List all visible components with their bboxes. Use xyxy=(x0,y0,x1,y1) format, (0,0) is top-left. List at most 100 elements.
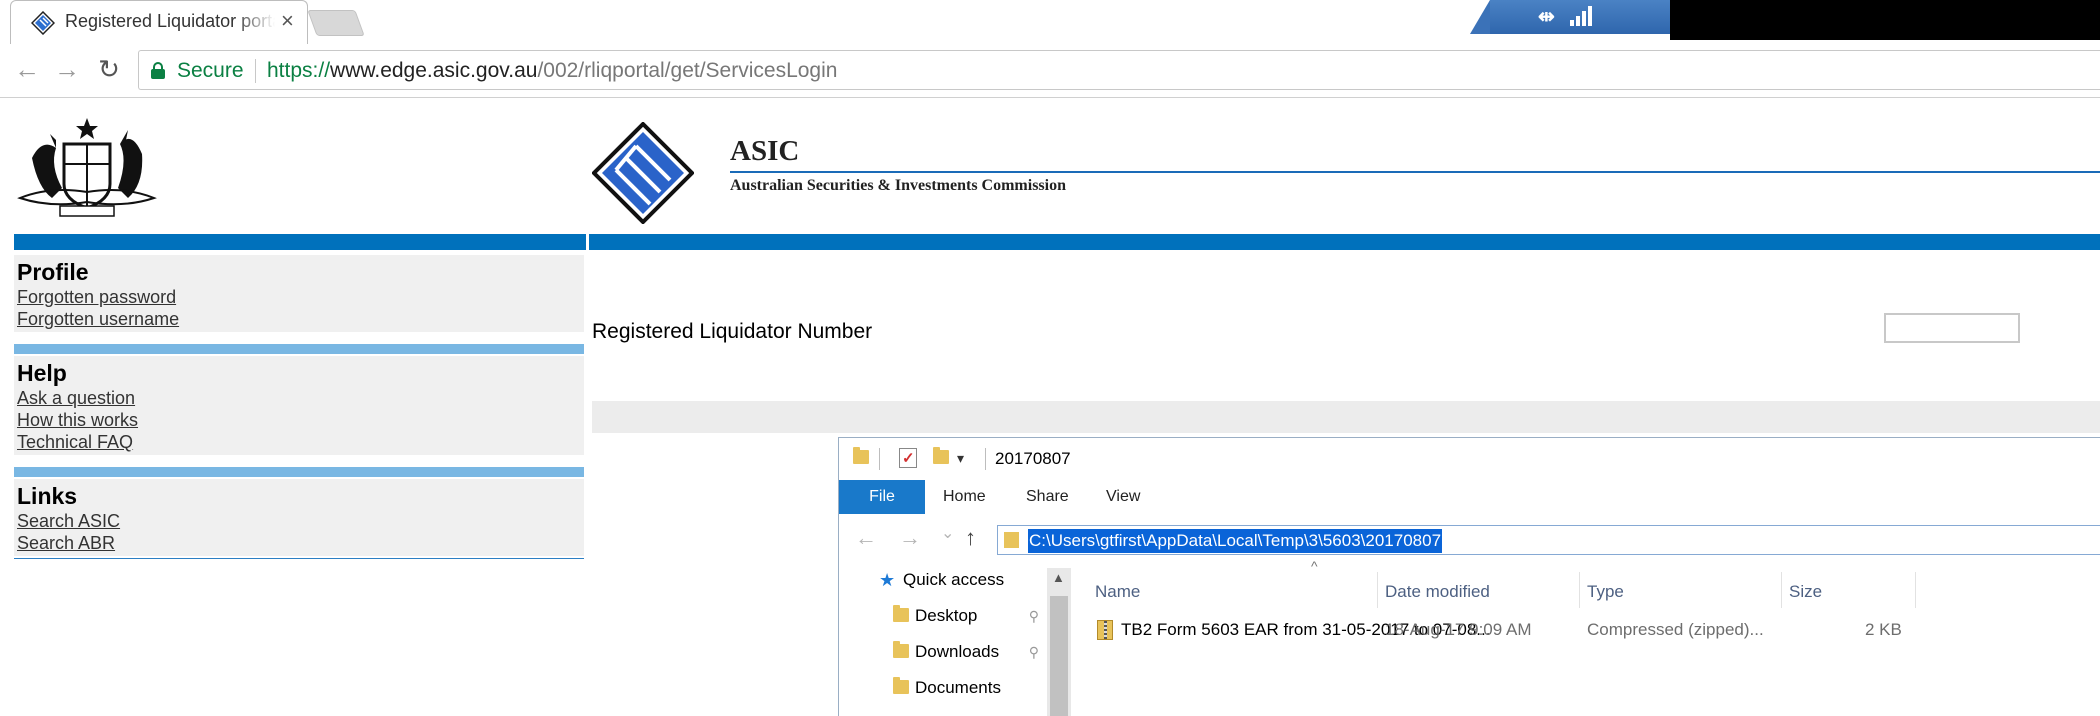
new-tab-button[interactable] xyxy=(307,10,365,36)
pin-icon[interactable]: ⚲ xyxy=(1029,608,1039,625)
customize-toolbar-chevron-icon[interactable]: ▾ xyxy=(957,450,964,467)
explorer-up-icon[interactable]: ↑ xyxy=(965,526,976,550)
column-header-date-modified[interactable]: Date modified xyxy=(1385,582,1490,602)
sidebar-heading-help: Help xyxy=(17,360,67,386)
browser-tab-active[interactable]: Registered Liquidator portal × xyxy=(10,0,308,44)
forward-arrow-icon[interactable]: → xyxy=(52,54,82,84)
redacted-area xyxy=(1670,0,2100,40)
quick-access-separator xyxy=(985,448,986,470)
ribbon-tab-share[interactable]: Share xyxy=(1026,480,1069,514)
reload-icon[interactable]: ↻ xyxy=(94,54,124,84)
nav-item-quick-access[interactable]: Quick access xyxy=(903,570,1004,590)
explorer-title: 20170807 xyxy=(995,449,1071,468)
lock-icon xyxy=(151,62,165,79)
scrollbar-thumb[interactable] xyxy=(1050,596,1068,716)
network-icon: ⇹ xyxy=(1538,6,1555,28)
column-separator[interactable] xyxy=(1915,572,1916,608)
registered-liquidator-number-input[interactable] xyxy=(1884,313,2020,343)
explorer-path-input[interactable]: C:\Users\gtfirst\AppData\Local\Temp\3\56… xyxy=(997,525,2100,555)
zip-file-icon xyxy=(1097,620,1113,640)
ribbon-tab-view[interactable]: View xyxy=(1106,480,1140,514)
pin-icon[interactable]: ⚲ xyxy=(1029,644,1039,661)
sidebar-heading-profile: Profile xyxy=(17,259,89,285)
nav-pane-scrollbar[interactable]: ▲ xyxy=(1047,568,1071,716)
registered-liquidator-number-label: Registered Liquidator Number xyxy=(592,320,873,343)
forgotten-password-link[interactable]: Forgotten password xyxy=(17,286,581,308)
content-header-bar xyxy=(589,234,2100,250)
nav-item-desktop[interactable]: Desktop xyxy=(915,606,977,626)
technical-faq-link[interactable]: Technical FAQ xyxy=(17,431,581,453)
downloads-folder-icon xyxy=(893,641,909,658)
network-status-widget: ⇹ xyxy=(1470,0,1670,34)
path-folder-icon xyxy=(1004,532,1019,548)
signal-bars-icon xyxy=(1570,6,1592,26)
url-path: /002/rliqportal/get/ServicesLogin xyxy=(537,59,838,82)
search-asic-link[interactable]: Search ASIC xyxy=(17,510,581,532)
tab-title: Registered Liquidator portal xyxy=(65,11,275,32)
web-page: ASIC Australian Securities & Investments… xyxy=(0,99,2100,716)
how-this-works-link[interactable]: How this works xyxy=(17,409,581,431)
sort-ascending-icon: ^ xyxy=(1311,558,1318,574)
asic-subtitle: Australian Securities & Investments Comm… xyxy=(730,177,1066,194)
sidebar-section-help: Help Ask a question How this works Techn… xyxy=(14,356,584,455)
url-host: www.edge.asic.gov.au xyxy=(330,59,538,82)
column-header-name[interactable]: Name xyxy=(1095,582,1140,602)
explorer-address-bar: ← → ⌄ ↑ C:\Users\gtfirst\AppData\Local\T… xyxy=(839,514,2100,564)
file-explorer-window: ✓ ▾ 20170807 File Home Share View ← → ⌄ … xyxy=(838,437,2100,716)
sidebar-header-bar xyxy=(14,234,586,250)
ribbon-tab-home[interactable]: Home xyxy=(943,480,986,514)
sidebar-heading-links: Links xyxy=(17,483,78,509)
explorer-ribbon: File Home Share View xyxy=(839,480,2100,514)
file-type: Compressed (zipped)... xyxy=(1587,620,1764,639)
nav-item-documents[interactable]: Documents xyxy=(915,678,1001,698)
nav-item-downloads[interactable]: Downloads xyxy=(915,642,999,662)
secure-label: Secure xyxy=(177,59,244,82)
column-header-type[interactable]: Type xyxy=(1587,582,1624,602)
ask-a-question-link[interactable]: Ask a question xyxy=(17,387,581,409)
recent-locations-chevron-icon[interactable]: ⌄ xyxy=(941,522,954,546)
back-arrow-icon[interactable]: ← xyxy=(12,54,42,84)
properties-icon[interactable]: ✓ xyxy=(899,448,917,468)
explorer-path-text[interactable]: C:\Users\gtfirst\AppData\Local\Temp\3\56… xyxy=(1028,529,1443,553)
tab-close-icon[interactable]: × xyxy=(281,9,294,33)
browser-toolbar: ← → ↻ Secure https://www.edge.asic.gov.a… xyxy=(0,44,2100,98)
form-footer-band xyxy=(592,401,2100,433)
forgotten-username-link[interactable]: Forgotten username xyxy=(17,308,581,330)
sidebar-divider xyxy=(14,344,584,354)
quick-access-star-icon: ★ xyxy=(879,570,896,590)
sidebar: Profile Forgotten password Forgotten use… xyxy=(14,255,584,559)
sidebar-section-links: Links Search ASIC Search ABR xyxy=(14,479,584,556)
column-separator[interactable] xyxy=(1781,572,1782,608)
asic-favicon-icon xyxy=(31,11,55,35)
explorer-navigation-pane: ★ Quick access Desktop ⚲ Downloads ⚲ Doc… xyxy=(839,568,1073,716)
column-separator[interactable] xyxy=(1377,572,1378,608)
omnibox[interactable]: Secure https://www.edge.asic.gov.au/002/… xyxy=(138,50,2100,90)
asic-title: ASIC xyxy=(730,135,800,167)
sidebar-section-profile: Profile Forgotten password Forgotten use… xyxy=(14,255,584,332)
new-folder-icon[interactable] xyxy=(933,447,949,464)
asic-logo-icon xyxy=(592,122,694,224)
explorer-forward-icon[interactable]: → xyxy=(899,526,921,550)
explorer-file-list: ^ Name Date modified Type Size TB2 Form … xyxy=(1075,558,2100,716)
sidebar-divider xyxy=(14,467,584,477)
column-header-size[interactable]: Size xyxy=(1789,582,1822,602)
coat-of-arms-icon xyxy=(17,118,157,217)
search-abr-link[interactable]: Search ABR xyxy=(17,532,581,554)
url-text[interactable]: https://www.edge.asic.gov.au/002/rliqpor… xyxy=(267,59,837,83)
desktop-folder-icon xyxy=(893,605,909,622)
documents-folder-icon xyxy=(893,677,909,694)
file-row[interactable]: TB2 Form 5603 EAR from 31-05-2017 to 07-… xyxy=(1075,612,2100,646)
explorer-back-icon[interactable]: ← xyxy=(855,526,877,550)
scroll-up-icon[interactable]: ▲ xyxy=(1052,570,1065,585)
quick-access-separator xyxy=(879,448,880,470)
column-separator[interactable] xyxy=(1579,572,1580,608)
sidebar-bottom-rule xyxy=(14,558,584,559)
folder-icon xyxy=(853,447,869,464)
browser-tabstrip: Registered Liquidator portal × ⇹ xyxy=(0,0,2100,44)
header-rule xyxy=(730,171,2100,173)
ribbon-tab-file[interactable]: File xyxy=(839,480,925,514)
explorer-titlebar: ✓ ▾ 20170807 xyxy=(839,438,2100,480)
file-date-modified: 18-Aug-17 9:09 AM xyxy=(1385,620,1532,639)
omnibox-separator xyxy=(255,59,256,83)
url-scheme: https:// xyxy=(267,59,331,82)
